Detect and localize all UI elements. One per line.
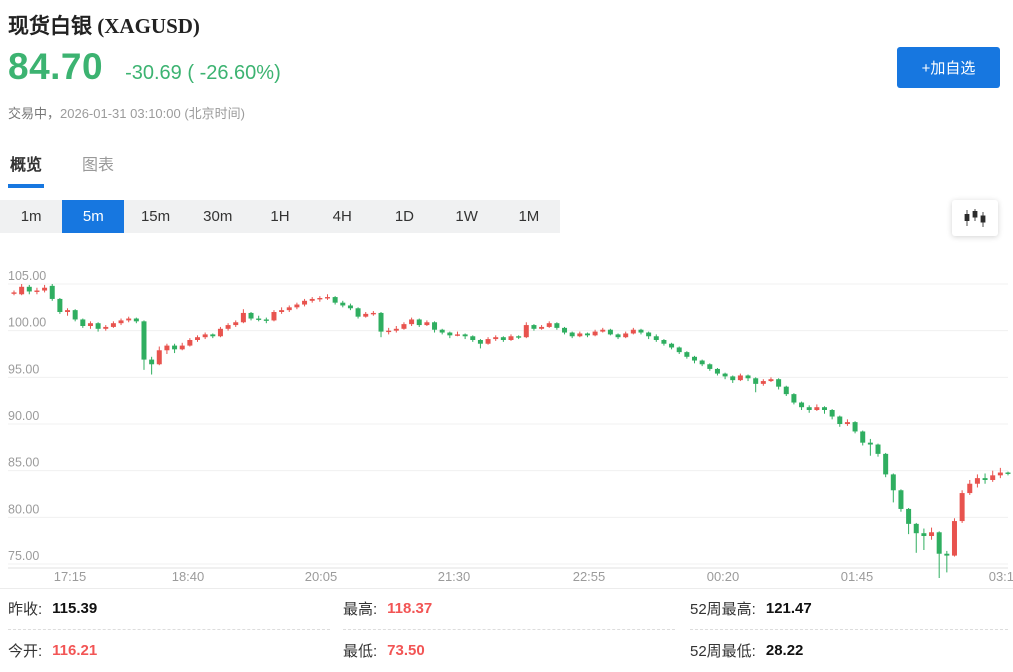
svg-text:100.00: 100.00: [8, 316, 46, 330]
chart-type-button[interactable]: [952, 200, 998, 236]
quote-page: 现货白银 (XAGUSD) 84.70 -30.69 ( -26.60%) 交易…: [0, 0, 1013, 672]
stat-row: 今开: 116.21: [8, 630, 330, 671]
svg-text:18:40: 18:40: [172, 569, 205, 584]
stat-label: 最低:: [343, 640, 377, 661]
stat-value: 118.37: [387, 600, 432, 617]
svg-text:17:15: 17:15: [54, 569, 87, 584]
timeframe-5m[interactable]: 5m: [62, 200, 124, 233]
tab-bar: 概览 图表: [8, 151, 116, 188]
quote-timestamp: 2026-01-31 03:10:00 (北京时间): [60, 106, 245, 121]
stat-row: 52周最低: 28.22: [690, 630, 1008, 671]
timeframe-4h[interactable]: 4H: [311, 200, 373, 233]
svg-text:22:55: 22:55: [573, 569, 606, 584]
svg-text:00:20: 00:20: [707, 569, 740, 584]
stat-value: 28.22: [766, 642, 804, 659]
y-axis-labels: 105.00 100.00 95.00 90.00 85.00 80.00 75.00: [8, 269, 46, 563]
timeframe-30m[interactable]: 30m: [187, 200, 249, 233]
stats-column: 昨收: 115.39 今开: 116.21: [8, 588, 330, 672]
timeframe-bar: 1m5m15m30m1H4H1D1W1M: [0, 200, 560, 233]
svg-text:75.00: 75.00: [8, 549, 39, 563]
svg-text:95.00: 95.00: [8, 362, 39, 376]
stat-row: 最低: 73.50: [343, 630, 675, 671]
svg-text:80.00: 80.00: [8, 502, 39, 516]
stat-label: 最高:: [343, 598, 377, 619]
svg-text:21:30: 21:30: [438, 569, 471, 584]
stat-value: 121.47: [766, 600, 812, 617]
candles-series: [12, 284, 1011, 578]
candlestick-chart[interactable]: 105.00 100.00 95.00 90.00 85.00 80.00 75.00 17:…: [0, 250, 1013, 589]
tab-overview[interactable]: 概览: [8, 151, 44, 188]
add-watchlist-button[interactable]: +加自选: [897, 47, 1000, 88]
timeframe-1h[interactable]: 1H: [249, 200, 311, 233]
stats-column: 最高: 118.37 最低: 73.50: [343, 588, 675, 672]
timeframe-1m[interactable]: 1M: [498, 200, 560, 233]
price-change: -30.69 ( -26.60%): [125, 62, 281, 85]
svg-text:105.00: 105.00: [8, 269, 46, 283]
stats-column: 52周最高: 121.47 52周最低: 28.22: [690, 588, 1008, 672]
price-row: 84.70 -30.69 ( -26.60%): [8, 46, 281, 88]
tab-chart[interactable]: 图表: [80, 151, 116, 188]
gridlines: [8, 284, 1008, 568]
stat-row: 52周最高: 121.47: [690, 588, 1008, 630]
page-title: 现货白银 (XAGUSD): [8, 10, 200, 40]
stat-label: 52周最高:: [690, 598, 756, 619]
timeframe-1w[interactable]: 1W: [436, 200, 498, 233]
change-value: -30.69: [125, 62, 182, 84]
svg-text:03:10: 03:10: [989, 569, 1013, 584]
timeframe-1m[interactable]: 1m: [0, 200, 62, 233]
x-axis-labels: 17:15 18:40 20:05 21:30 22:55 00:20 01:45 03:10: [54, 569, 1013, 584]
stat-label: 昨收:: [8, 598, 42, 619]
stat-label: 今开:: [8, 640, 42, 661]
last-price: 84.70: [8, 46, 103, 88]
svg-text:01:45: 01:45: [841, 569, 874, 584]
candlestick-chart-icon: [962, 208, 988, 228]
timeframe-1d[interactable]: 1D: [373, 200, 435, 233]
stat-row: 昨收: 115.39: [8, 588, 330, 630]
price-chart-svg: 105.00 100.00 95.00 90.00 85.00 80.00 75.00 17:…: [0, 250, 1013, 588]
stat-value: 115.39: [52, 600, 97, 617]
quote-status-line: 交易中，2026-01-31 03:10:00 (北京时间): [8, 103, 245, 122]
stat-label: 52周最低:: [690, 640, 756, 661]
svg-text:90.00: 90.00: [8, 409, 39, 423]
trading-status: 交易中，: [8, 106, 60, 121]
timeframe-15m[interactable]: 15m: [124, 200, 186, 233]
svg-text:20:05: 20:05: [305, 569, 338, 584]
stat-value: 116.21: [52, 642, 97, 659]
change-percent: ( -26.60%): [187, 62, 280, 84]
stats-panel: 昨收: 115.39 今开: 116.21 最高: 118.37 最低: 73.50 52周最高…: [0, 588, 1013, 672]
stat-value: 73.50: [387, 642, 425, 659]
stat-row: 最高: 118.37: [343, 588, 675, 630]
svg-text:85.00: 85.00: [8, 456, 39, 470]
